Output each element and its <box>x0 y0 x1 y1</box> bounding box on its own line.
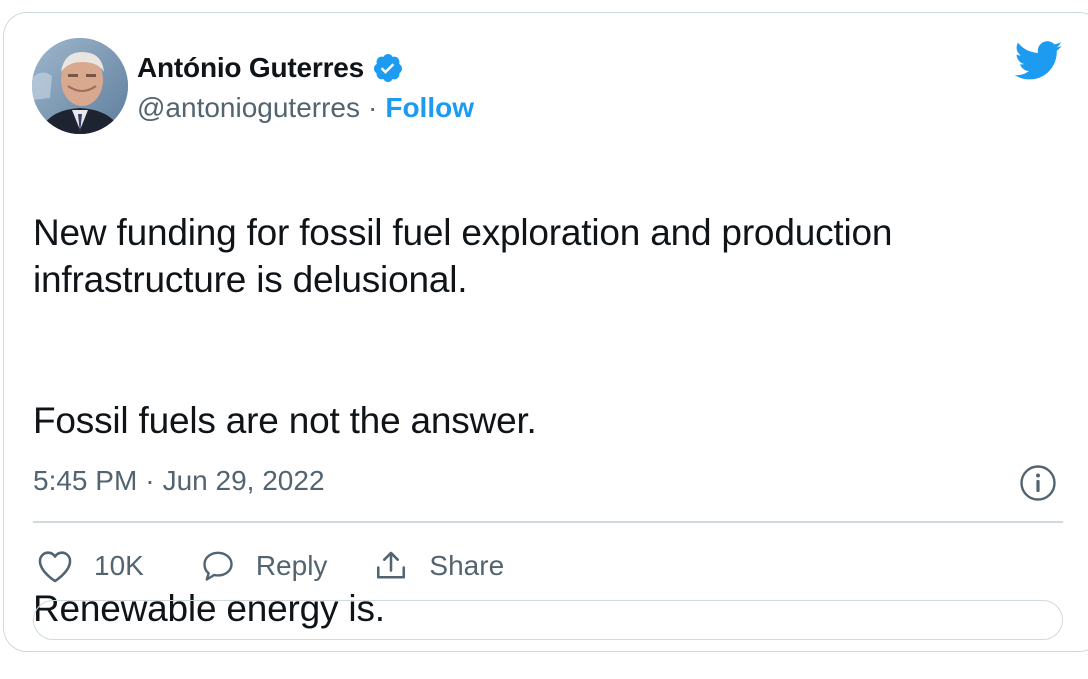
tweet-paragraph: Fossil fuels are not the answer. <box>33 400 537 441</box>
share-label: Share <box>429 550 505 581</box>
tweet-time: 5:45 PM <box>33 465 138 496</box>
avatar-image <box>32 38 128 134</box>
divider <box>33 521 1063 523</box>
share-icon <box>373 548 409 584</box>
read-replies-box[interactable] <box>33 600 1063 640</box>
reply-button[interactable]: Reply <box>200 548 328 584</box>
info-icon[interactable] <box>1019 464 1057 502</box>
timestamp[interactable]: 5:45 PM · Jun 29, 2022 <box>33 465 325 497</box>
tweet-date: Jun 29, 2022 <box>162 465 325 496</box>
share-button[interactable]: Share <box>373 548 504 584</box>
heart-icon <box>36 548 74 584</box>
tweet-paragraph-spacer <box>33 491 1033 538</box>
author-name-row: António Guterres <box>137 48 404 88</box>
follow-button[interactable]: Follow <box>385 92 474 124</box>
avatar[interactable] <box>32 38 128 134</box>
like-button[interactable]: 10K <box>36 548 144 584</box>
author-handle[interactable]: @antonioguterres <box>137 92 360 124</box>
author-handle-row: @antonioguterres · Follow <box>137 89 474 127</box>
author-name[interactable]: António Guterres <box>137 52 364 84</box>
action-bar: 10K Reply Share <box>36 543 504 589</box>
twitter-bird-icon[interactable] <box>1014 40 1063 82</box>
timestamp-separator: · <box>145 465 155 496</box>
reply-label: Reply <box>255 550 328 581</box>
tweet-paragraph-spacer <box>33 350 1033 397</box>
like-count: 10K <box>94 550 144 581</box>
tweet-paragraph: New funding for fossil fuel exploration … <box>33 212 893 300</box>
handle-separator: · <box>368 92 378 123</box>
verified-icon <box>372 52 404 84</box>
reply-icon <box>200 548 236 584</box>
